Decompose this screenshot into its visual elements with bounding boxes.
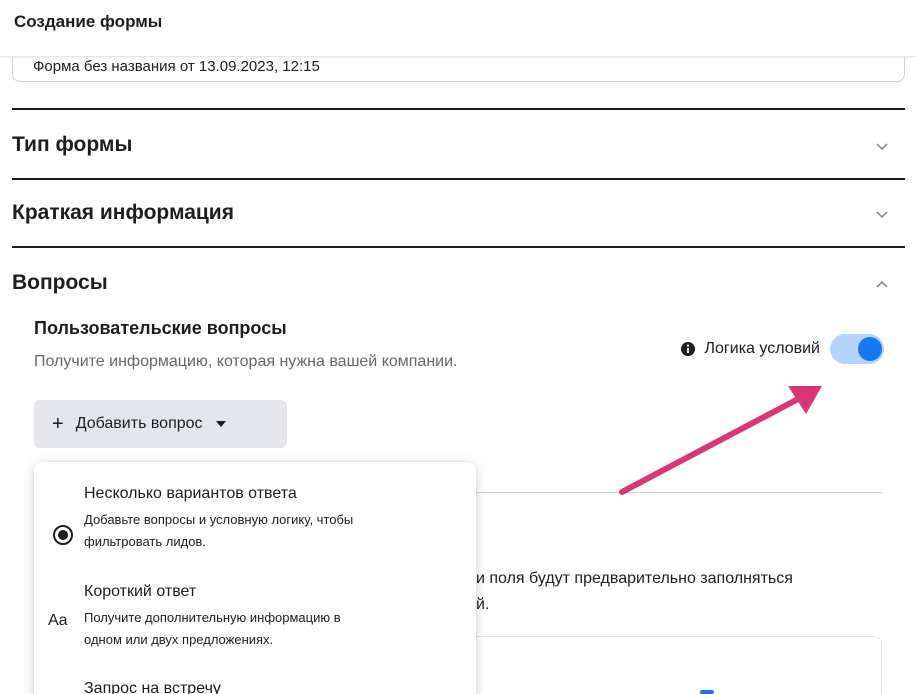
menu-item-description: Получите дополнительную информацию в одн…	[84, 607, 444, 651]
caret-down-icon	[215, 421, 226, 427]
menu-item-multiple-choice[interactable]: Несколько вариантов ответа Добавьте вопр…	[34, 482, 476, 572]
menu-item-short-answer[interactable]: Короткий ответ Aa Получите дополнительну…	[34, 580, 476, 670]
chevron-down-icon[interactable]	[874, 138, 890, 154]
background-hint-line: й.	[476, 596, 490, 613]
section-form-type-title[interactable]: Тип формы	[12, 133, 132, 157]
header-bar: Создание формы	[0, 0, 916, 57]
add-question-button[interactable]: + Добавить вопрос	[34, 400, 287, 448]
chevron-down-icon[interactable]	[874, 206, 890, 222]
form-builder-page: Создание формы Форма без названия от 13.…	[0, 0, 916, 694]
background-card	[466, 636, 882, 694]
menu-item-title: Несколько вариантов ответа	[84, 485, 297, 502]
menu-item-description: Добавьте вопросы и условную логику, чтоб…	[84, 509, 444, 553]
form-name-value: Форма без названия от 13.09.2023, 12:15	[33, 58, 320, 75]
background-hint-text: и поля будут предварительно заполняться …	[476, 566, 793, 618]
section-divider	[12, 246, 905, 248]
radio-icon	[53, 525, 73, 545]
toggle-knob	[858, 337, 882, 361]
annotation-arrow	[619, 386, 822, 495]
conditional-logic-toggle[interactable]	[830, 334, 884, 364]
conditional-logic-control: Логика условий	[680, 334, 884, 364]
section-questions-title[interactable]: Вопросы	[12, 271, 108, 295]
section-brief-info-title[interactable]: Краткая информация	[12, 201, 234, 225]
info-icon[interactable]	[680, 341, 696, 357]
section-divider	[12, 178, 905, 180]
menu-item-title: Короткий ответ	[84, 583, 197, 600]
question-type-dropdown: Несколько вариантов ответа Добавьте вопр…	[34, 462, 476, 694]
background-hint-line: и поля будут предварительно заполняться	[476, 570, 793, 587]
custom-questions-title: Пользовательские вопросы	[34, 318, 287, 338]
menu-item-title: Запрос на встречу	[84, 680, 221, 694]
background-link-fragment	[700, 690, 714, 694]
menu-item-description-line: Получите дополнительную информацию в	[84, 610, 341, 625]
text-aa-icon: Aa	[48, 612, 68, 629]
add-question-label: Добавить вопрос	[75, 415, 203, 432]
menu-item-description-line: фильтровать лидов.	[84, 534, 206, 549]
page-title: Создание формы	[14, 12, 163, 31]
menu-item-description-line: одном или двух предложениях.	[84, 632, 274, 647]
section-divider	[12, 108, 905, 110]
conditional-logic-label: Логика условий	[704, 340, 820, 357]
menu-item-meeting-request[interactable]: Запрос на встречу	[34, 677, 476, 694]
custom-questions-description: Получите информацию, которая нужна вашей…	[34, 353, 458, 370]
chevron-up-icon[interactable]	[874, 276, 890, 292]
menu-item-description-line: Добавьте вопросы и условную логику, чтоб…	[84, 512, 354, 527]
plus-icon: +	[52, 413, 64, 435]
